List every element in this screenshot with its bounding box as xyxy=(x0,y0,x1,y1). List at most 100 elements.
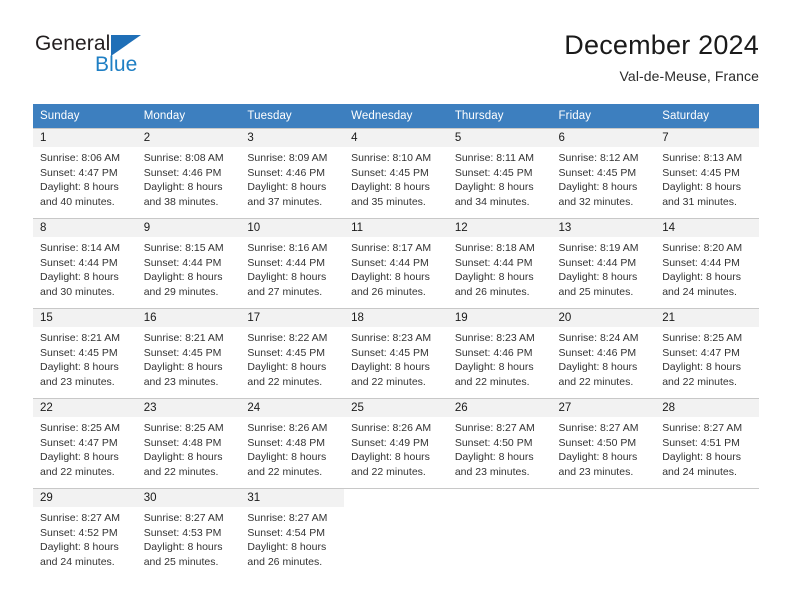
calendar-week-row: 22 Sunrise: 8:25 AM Sunset: 4:47 PM Dayligh… xyxy=(33,398,759,489)
calendar-day-cell[interactable]: 24 Sunrise: 8:26 AM Sunset: 4:48 PM Dayligh… xyxy=(240,398,345,489)
calendar-day-cell[interactable]: 5 Sunrise: 8:11 AM Sunset: 4:45 PM Daylight… xyxy=(447,128,552,219)
day-cell-content: 26 Sunrise: 8:27 AM Sunset: 4:50 PM Dayligh… xyxy=(447,399,552,488)
day-details: Sunrise: 8:11 AM Sunset: 4:45 PM Daylight:… xyxy=(448,147,552,209)
calendar-day-cell[interactable]: 10 Sunrise: 8:16 AM Sunset: 4:44 PM Dayligh… xyxy=(240,218,345,309)
day-details: Sunrise: 8:23 AM Sunset: 4:45 PM Daylight:… xyxy=(344,327,448,389)
calendar-body: 1 Sunrise: 8:06 AM Sunset: 4:47 PM Daylight… xyxy=(33,128,759,578)
day-cell-content: 23 Sunrise: 8:25 AM Sunset: 4:48 PM Dayligh… xyxy=(136,399,241,488)
calendar-day-cell[interactable]: 23 Sunrise: 8:25 AM Sunset: 4:48 PM Dayligh… xyxy=(136,398,241,489)
sunset-text: Sunset: 4:47 PM xyxy=(40,166,118,179)
calendar-day-cell[interactable]: 20 Sunrise: 8:24 AM Sunset: 4:46 PM Dayligh… xyxy=(551,308,656,399)
calendar-week-row: 15 Sunrise: 8:21 AM Sunset: 4:45 PM Dayligh… xyxy=(33,308,759,399)
calendar-day-cell[interactable]: 26 Sunrise: 8:27 AM Sunset: 4:50 PM Dayligh… xyxy=(447,398,552,489)
sunset-text: Sunset: 4:49 PM xyxy=(351,436,429,449)
calendar-day-cell[interactable]: 1 Sunrise: 8:06 AM Sunset: 4:47 PM Daylight… xyxy=(33,128,137,219)
day-number: 19 xyxy=(447,309,552,327)
daylight-text-line1: Daylight: 8 hours xyxy=(247,361,327,374)
daylight-text-line1: Daylight: 8 hours xyxy=(143,451,223,464)
daylight-text-line2: and 23 minutes. xyxy=(40,375,115,388)
calendar-day-cell[interactable]: 30 Sunrise: 8:27 AM Sunset: 4:53 PM Dayligh… xyxy=(136,488,241,578)
calendar-day-cell[interactable]: 29 Sunrise: 8:27 AM Sunset: 4:52 PM Dayligh… xyxy=(33,488,137,578)
sunrise-text: Sunrise: 8:13 AM xyxy=(662,152,743,164)
daylight-text-line1: Daylight: 8 hours xyxy=(662,451,742,464)
sunrise-text: Sunrise: 8:14 AM xyxy=(40,242,120,254)
sunset-text: Sunset: 4:48 PM xyxy=(143,436,222,449)
sunset-text: Sunset: 4:44 PM xyxy=(247,256,326,269)
sunrise-text: Sunrise: 8:10 AM xyxy=(351,152,432,164)
calendar-day-cell[interactable]: 6 Sunrise: 8:12 AM Sunset: 4:45 PM Daylight… xyxy=(551,128,656,219)
day-details: Sunrise: 8:25 AM Sunset: 4:47 PM Daylight:… xyxy=(33,417,137,479)
day-details: Sunrise: 8:13 AM Sunset: 4:45 PM Daylight:… xyxy=(655,147,759,209)
day-details: Sunrise: 8:27 AM Sunset: 4:50 PM Daylight:… xyxy=(448,417,552,479)
calendar-day-cell[interactable]: 9 Sunrise: 8:15 AM Sunset: 4:44 PM Daylight… xyxy=(136,218,241,309)
day-details: Sunrise: 8:25 AM Sunset: 4:48 PM Daylight:… xyxy=(137,417,241,479)
day-number xyxy=(552,489,656,507)
sunrise-text: Sunrise: 8:22 AM xyxy=(247,332,328,344)
calendar-day-cell[interactable]: 4 Sunrise: 8:10 AM Sunset: 4:45 PM Daylight… xyxy=(344,128,448,219)
calendar-day-cell[interactable]: 8 Sunrise: 8:14 AM Sunset: 4:44 PM Daylight… xyxy=(33,218,137,309)
daylight-text-line1: Daylight: 8 hours xyxy=(662,181,742,194)
sunset-text: Sunset: 4:45 PM xyxy=(247,346,326,359)
calendar-day-cell[interactable]: 17 Sunrise: 8:22 AM Sunset: 4:45 PM Dayligh… xyxy=(240,308,345,399)
calendar-day-cell[interactable]: 18 Sunrise: 8:23 AM Sunset: 4:45 PM Dayligh… xyxy=(344,308,448,399)
calendar-day-cell[interactable]: 11 Sunrise: 8:17 AM Sunset: 4:44 PM Dayligh… xyxy=(344,218,448,309)
day-number: 7 xyxy=(655,129,759,147)
daylight-text-line2: and 24 minutes. xyxy=(662,285,737,298)
sunrise-text: Sunrise: 8:21 AM xyxy=(143,332,224,344)
day-cell-content: 10 Sunrise: 8:16 AM Sunset: 4:44 PM Dayligh… xyxy=(240,219,345,308)
day-details: Sunrise: 8:12 AM Sunset: 4:45 PM Daylight:… xyxy=(552,147,656,209)
calendar-week-row: 29 Sunrise: 8:27 AM Sunset: 4:52 PM Dayligh… xyxy=(33,488,759,578)
daylight-text-line1: Daylight: 8 hours xyxy=(143,271,223,284)
calendar-day-cell[interactable]: 27 Sunrise: 8:27 AM Sunset: 4:50 PM Dayligh… xyxy=(551,398,656,489)
calendar-day-cell[interactable]: 14 Sunrise: 8:20 AM Sunset: 4:44 PM Dayligh… xyxy=(655,218,759,309)
weekday-header-tuesday: Tuesday xyxy=(240,104,345,129)
day-details: Sunrise: 8:10 AM Sunset: 4:45 PM Daylight:… xyxy=(344,147,448,209)
calendar-day-cell[interactable]: 25 Sunrise: 8:26 AM Sunset: 4:49 PM Dayligh… xyxy=(344,398,448,489)
calendar-day-cell[interactable]: 31 Sunrise: 8:27 AM Sunset: 4:54 PM Dayligh… xyxy=(240,488,345,578)
calendar-day-cell[interactable]: 12 Sunrise: 8:18 AM Sunset: 4:44 PM Dayligh… xyxy=(447,218,552,309)
day-number: 31 xyxy=(240,489,345,507)
calendar-day-cell[interactable]: 15 Sunrise: 8:21 AM Sunset: 4:45 PM Dayligh… xyxy=(33,308,137,399)
sunrise-text: Sunrise: 8:24 AM xyxy=(558,332,639,344)
calendar-day-cell[interactable]: 28 Sunrise: 8:27 AM Sunset: 4:51 PM Dayligh… xyxy=(655,398,759,489)
daylight-text-line1: Daylight: 8 hours xyxy=(662,361,742,374)
daylight-text-line1: Daylight: 8 hours xyxy=(558,271,638,284)
daylight-text-line2: and 22 minutes. xyxy=(351,375,426,388)
calendar-day-cell[interactable]: 21 Sunrise: 8:25 AM Sunset: 4:47 PM Dayligh… xyxy=(655,308,759,399)
day-cell-content: 21 Sunrise: 8:25 AM Sunset: 4:47 PM Dayligh… xyxy=(655,309,759,398)
sunset-text: Sunset: 4:47 PM xyxy=(40,436,118,449)
calendar-day-cell[interactable]: 19 Sunrise: 8:23 AM Sunset: 4:46 PM Dayligh… xyxy=(447,308,552,399)
daylight-text-line1: Daylight: 8 hours xyxy=(143,181,223,194)
day-number: 5 xyxy=(447,129,552,147)
calendar-day-cell[interactable]: 22 Sunrise: 8:25 AM Sunset: 4:47 PM Dayligh… xyxy=(33,398,137,489)
day-cell-content: 31 Sunrise: 8:27 AM Sunset: 4:54 PM Dayligh… xyxy=(240,489,345,578)
sunrise-text: Sunrise: 8:26 AM xyxy=(351,422,432,434)
general-blue-logo[interactable]: General Blue xyxy=(33,32,273,92)
page-title: December 2024 xyxy=(564,30,759,60)
day-number: 17 xyxy=(240,309,345,327)
calendar-day-cell[interactable]: 2 Sunrise: 8:08 AM Sunset: 4:46 PM Daylight… xyxy=(136,128,241,219)
sunset-text: Sunset: 4:51 PM xyxy=(662,436,740,449)
calendar-day-cell[interactable]: 3 Sunrise: 8:09 AM Sunset: 4:46 PM Daylight… xyxy=(240,128,345,219)
day-cell-content: 2 Sunrise: 8:08 AM Sunset: 4:46 PM Daylight… xyxy=(136,129,241,218)
day-details: Sunrise: 8:18 AM Sunset: 4:44 PM Daylight:… xyxy=(448,237,552,299)
day-cell-content xyxy=(344,489,448,578)
sunset-text: Sunset: 4:44 PM xyxy=(454,256,533,269)
day-number: 8 xyxy=(33,219,137,237)
day-number: 21 xyxy=(655,309,759,327)
calendar-day-cell[interactable]: 16 Sunrise: 8:21 AM Sunset: 4:45 PM Dayligh… xyxy=(136,308,241,399)
calendar-day-cell[interactable]: 7 Sunrise: 8:13 AM Sunset: 4:45 PM Daylight… xyxy=(655,128,759,219)
day-cell-content: 22 Sunrise: 8:25 AM Sunset: 4:47 PM Dayligh… xyxy=(33,399,137,488)
day-number: 3 xyxy=(240,129,345,147)
daylight-text-line2: and 22 minutes. xyxy=(247,375,323,388)
day-details: Sunrise: 8:27 AM Sunset: 4:53 PM Daylight:… xyxy=(137,507,241,569)
day-details: Sunrise: 8:21 AM Sunset: 4:45 PM Daylight:… xyxy=(33,327,137,389)
calendar-day-cell[interactable]: 13 Sunrise: 8:19 AM Sunset: 4:44 PM Dayligh… xyxy=(551,218,656,309)
sunrise-text: Sunrise: 8:20 AM xyxy=(662,242,743,254)
daylight-text-line1: Daylight: 8 hours xyxy=(40,181,119,194)
daylight-text-line2: and 22 minutes. xyxy=(662,375,737,388)
day-details: Sunrise: 8:24 AM Sunset: 4:46 PM Daylight:… xyxy=(552,327,656,389)
daylight-text-line2: and 37 minutes. xyxy=(247,195,323,208)
sunset-text: Sunset: 4:45 PM xyxy=(351,166,429,179)
sunrise-text: Sunrise: 8:19 AM xyxy=(558,242,639,254)
